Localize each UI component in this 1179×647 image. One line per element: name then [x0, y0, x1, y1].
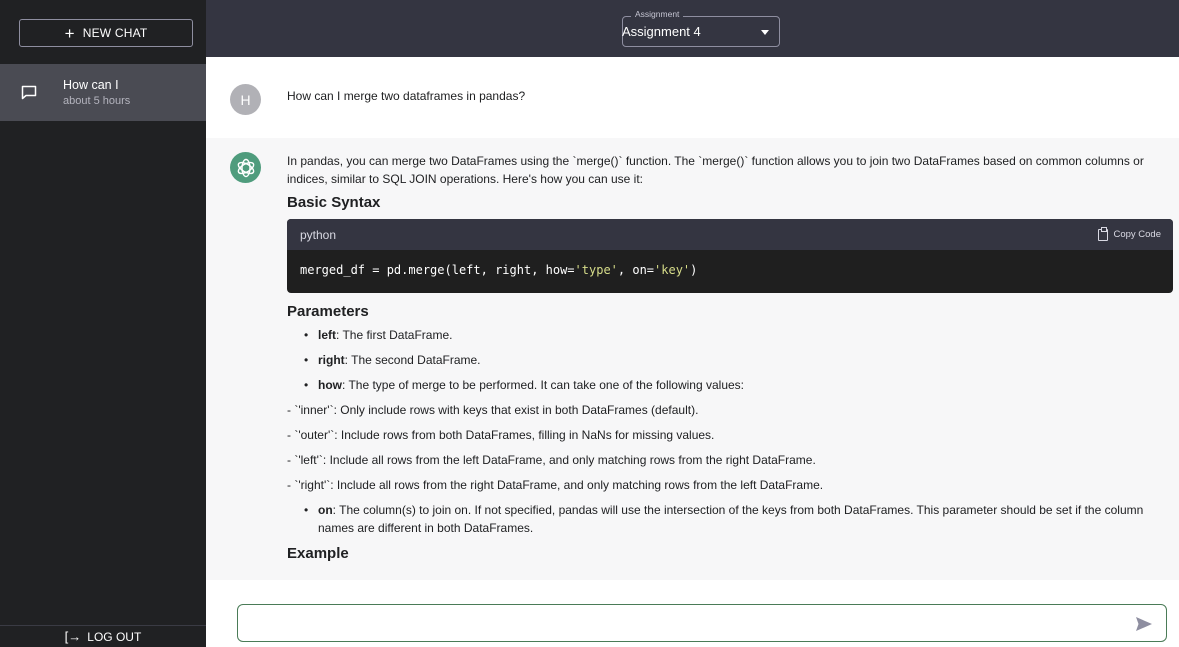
code-block: python Copy Code merged_df = pd.merge(le…	[287, 219, 1173, 293]
basic-syntax-heading: Basic Syntax	[287, 194, 381, 211]
example-heading: Example	[287, 545, 349, 562]
parameters-heading: Parameters	[287, 303, 369, 320]
user-message: H How can I merge two dataframes in pand…	[206, 57, 1179, 138]
code-text: merged_df = pd.merge(left, right, how=	[300, 263, 575, 277]
assistant-message-content: In pandas, you can merge two DataFrames …	[287, 152, 1173, 564]
code-text: )	[690, 263, 698, 277]
list-item: how: The type of merge to be performed. …	[303, 376, 1172, 394]
list-item: left: The first DataFrame.	[303, 326, 1172, 344]
param-name: on	[318, 503, 333, 517]
chat-item-time: about 5 hours	[63, 95, 131, 107]
send-icon[interactable]	[1135, 616, 1153, 632]
how-value-right: - `'right'`: Include all rows from the r…	[287, 478, 824, 492]
user-message-text: How can I merge two dataframes in pandas…	[287, 89, 526, 103]
code-content: merged_df = pd.merge(left, right, how='t…	[287, 250, 1173, 290]
param-desc: : The second DataFrame.	[344, 353, 481, 367]
how-value-inner: - `'inner'`: Only include rows with keys…	[287, 403, 699, 417]
message-input[interactable]	[237, 604, 1167, 642]
param-name: left	[318, 328, 336, 342]
code-text: , on=	[617, 263, 655, 277]
param-name: how	[318, 378, 342, 392]
composer-area	[206, 580, 1179, 647]
how-value-outer: - `'outer'`: Include rows from both Data…	[287, 428, 715, 442]
list-item: right: The second DataFrame.	[303, 351, 1172, 369]
param-desc: : The column(s) to join on. If not speci…	[318, 503, 1144, 535]
parameters-list-on: on: The column(s) to join on. If not spe…	[287, 501, 1172, 537]
logout-label: LOG OUT	[87, 629, 142, 644]
how-value-left: - `'left'`: Include all rows from the le…	[287, 453, 816, 467]
assignment-select-label: Assignment	[631, 9, 684, 19]
assistant-message: In pandas, you can merge two DataFrames …	[206, 138, 1179, 580]
code-block-header: python Copy Code	[287, 219, 1173, 250]
copy-code-button[interactable]: Copy Code	[1098, 226, 1161, 244]
openai-logo-icon	[237, 158, 254, 177]
code-string: 'key'	[654, 263, 691, 277]
user-avatar: H	[230, 84, 261, 115]
assistant-avatar	[230, 152, 261, 183]
assistant-intro: In pandas, you can merge two DataFrames …	[287, 154, 1144, 186]
logout-icon: [→	[64, 629, 82, 644]
copy-code-label: Copy Code	[1113, 228, 1161, 240]
param-desc: : The first DataFrame.	[336, 328, 453, 342]
code-language: python	[300, 227, 337, 242]
assignment-select[interactable]: Assignment Assignment 4	[622, 9, 780, 47]
clipboard-icon	[1098, 226, 1109, 241]
sidebar-chat-item[interactable]: How can I about 5 hours	[0, 64, 206, 121]
plus-icon: +	[64, 23, 75, 43]
param-desc: : The type of merge to be performed. It …	[342, 378, 745, 392]
chat-item-title: How can I	[63, 78, 119, 92]
code-string: 'type'	[574, 263, 618, 277]
new-chat-label: NEW CHAT	[82, 26, 148, 40]
new-chat-button[interactable]: + NEW CHAT	[19, 19, 193, 47]
chevron-down-icon	[761, 30, 769, 35]
param-name: right	[318, 353, 345, 367]
chat-bubble-icon	[21, 85, 37, 100]
assignment-select-value: Assignment 4	[622, 24, 701, 39]
parameters-list: left: The first DataFrame. right: The se…	[287, 326, 1172, 394]
list-item: on: The column(s) to join on. If not spe…	[303, 501, 1172, 537]
logout-button[interactable]: [→ LOG OUT	[0, 625, 206, 647]
